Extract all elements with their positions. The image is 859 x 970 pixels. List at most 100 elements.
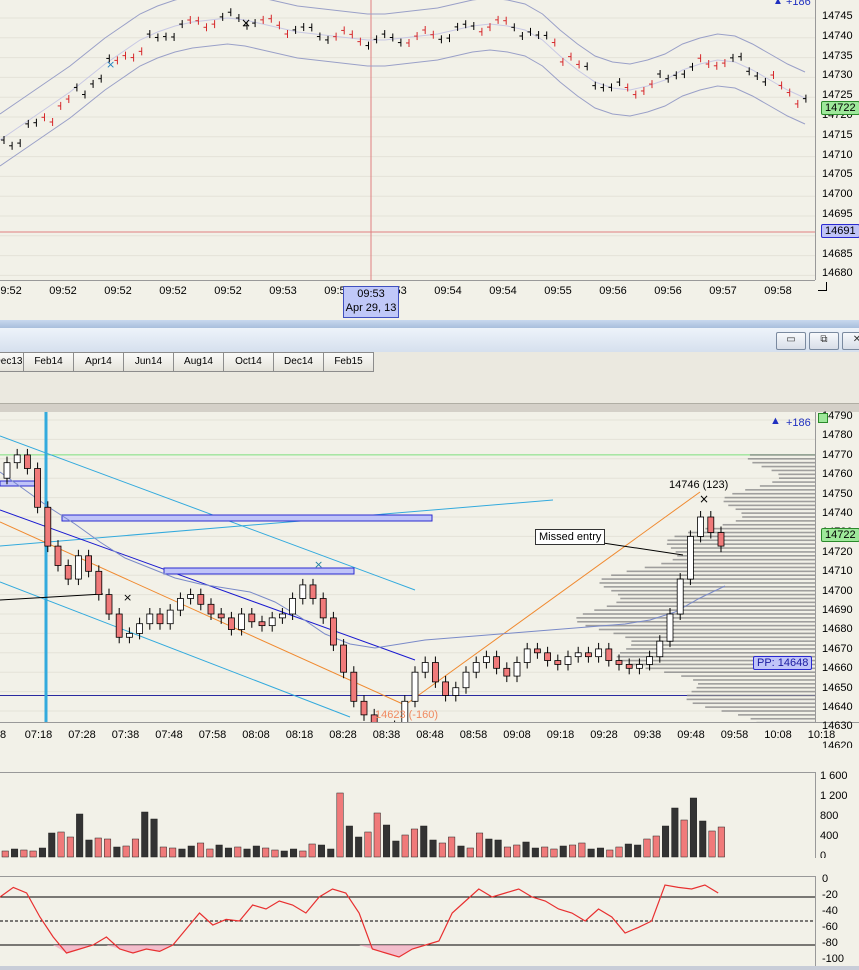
volume-bar	[57, 831, 65, 858]
candle	[309, 584, 317, 599]
volume-tick: 1 200	[820, 790, 848, 802]
candle	[227, 617, 235, 630]
main-price-tick: 14660	[822, 662, 853, 675]
volume-profile-bar	[728, 504, 815, 507]
volume-bar	[634, 844, 642, 858]
tab-contract-dec13[interactable]: Dec13	[0, 352, 24, 372]
top-time-tick: 09:58	[764, 285, 792, 297]
volume-profile-bar	[759, 485, 815, 487]
minimize-button[interactable]: ▭	[776, 332, 806, 350]
session-low-label: 14623 (-160)	[375, 709, 438, 721]
main-time-tick: 08:58	[459, 729, 488, 741]
volume-bar	[401, 834, 409, 858]
trade-x-marker: ×	[123, 591, 132, 604]
main-time-tick: 08:38	[372, 729, 401, 741]
volume-bar	[522, 841, 530, 858]
osc-tick: 0	[822, 873, 829, 885]
volume-bar	[336, 792, 344, 858]
candle	[126, 632, 133, 638]
volume-bar	[392, 840, 400, 858]
volume-gap	[0, 748, 859, 772]
volume-bar	[11, 848, 19, 858]
main-price-tick: 14640	[822, 701, 853, 713]
top-chart-canvas[interactable]: ××	[0, 0, 815, 280]
main-chart-pane[interactable]: × × ×	[0, 412, 815, 722]
volume-bar	[717, 826, 725, 858]
top-time-tick: 09:52	[49, 285, 77, 297]
oscillator-pane[interactable]	[0, 876, 815, 967]
candle	[605, 648, 613, 661]
volume-bar	[596, 847, 604, 858]
pivot-point-flag: PP: 14648	[753, 656, 813, 670]
tab-contract-dec14[interactable]: Dec14	[273, 352, 324, 372]
volume-canvas	[1, 792, 725, 858]
tab-contract-feb14[interactable]: Feb14	[23, 352, 74, 372]
volume-profile-bar	[672, 558, 815, 561]
candle	[289, 598, 297, 615]
volume-profile-bar	[577, 620, 815, 623]
main-chart-canvas[interactable]: × × ×	[0, 412, 815, 722]
trade-x-marker-blue: ×	[314, 558, 323, 571]
volume-bar	[671, 807, 679, 858]
candle	[13, 454, 21, 464]
volume-tick: 1 600	[820, 770, 848, 782]
candle	[136, 623, 144, 634]
missed-entry-callout[interactable]: Missed entry	[535, 529, 606, 545]
window-separator[interactable]	[0, 320, 859, 328]
volume-bar	[615, 846, 623, 858]
candle	[676, 578, 684, 615]
top-time-tick: 09:55	[544, 285, 572, 297]
main-last-price-flag: 14722	[821, 528, 859, 542]
main-time-tick: 07:18	[24, 729, 53, 741]
main-time-tick: 10:18	[807, 729, 836, 741]
main-price-tick: 14720	[822, 545, 853, 558]
main-time-tick: 8	[0, 729, 7, 741]
restore-button[interactable]: ⧉	[809, 332, 839, 350]
main-scroll-top-icon[interactable]	[818, 413, 828, 423]
tab-contract-oct14[interactable]: Oct14	[223, 352, 274, 372]
volume-profile-bar	[598, 628, 815, 631]
tab-contract-aug14[interactable]: Aug14	[173, 352, 224, 372]
volume-profile-bar	[603, 586, 815, 588]
volume-bar	[569, 844, 577, 858]
candle	[554, 660, 562, 665]
volume-bar	[559, 845, 567, 858]
tab-contract-apr14[interactable]: Apr14	[73, 352, 124, 372]
main-up-arrow-icon: ▲	[770, 415, 781, 427]
volume-pane[interactable]	[0, 772, 815, 859]
tab-contract-feb15[interactable]: Feb15	[323, 352, 374, 372]
main-price-tick: 14670	[822, 642, 853, 655]
volume-profile-bar	[771, 469, 815, 472]
candle	[615, 660, 623, 665]
tab-contract-jun14[interactable]: Jun14	[123, 352, 174, 372]
top-chart-pane[interactable]: × ×	[0, 0, 815, 280]
candle	[717, 532, 725, 547]
osc-tick: -80	[822, 937, 838, 949]
main-time-tick: 08:18	[285, 729, 314, 741]
top-resize-icon[interactable]	[818, 282, 827, 291]
window-title-bar[interactable]	[0, 328, 859, 352]
volume-profile-bar	[626, 570, 815, 573]
volume-bar	[708, 830, 716, 858]
volume-bar	[327, 848, 335, 858]
candle	[166, 609, 174, 625]
main-price-tick: 14710	[822, 565, 853, 578]
volume-profile-bar	[735, 520, 815, 522]
volume-bar	[410, 828, 418, 858]
volume-bar	[234, 846, 242, 858]
volume-profile-bar	[738, 714, 815, 716]
volume-bar	[457, 845, 465, 858]
close-button[interactable]: ✕	[842, 332, 859, 350]
volume-bar	[29, 850, 37, 858]
volume-profile-bar	[661, 562, 815, 565]
volume-profile-bar	[721, 710, 815, 712]
main-price-tick: 14740	[822, 507, 853, 519]
volume-profile-bar	[611, 574, 815, 576]
main-price-tick: 14750	[822, 487, 853, 500]
volume-profile-bar	[778, 477, 815, 479]
volume-bar	[141, 811, 149, 858]
volume-profile-bar	[778, 473, 815, 476]
main-time-tick: 07:48	[155, 729, 183, 741]
main-price-tick: 14680	[822, 623, 853, 636]
volume-bar	[206, 848, 214, 858]
